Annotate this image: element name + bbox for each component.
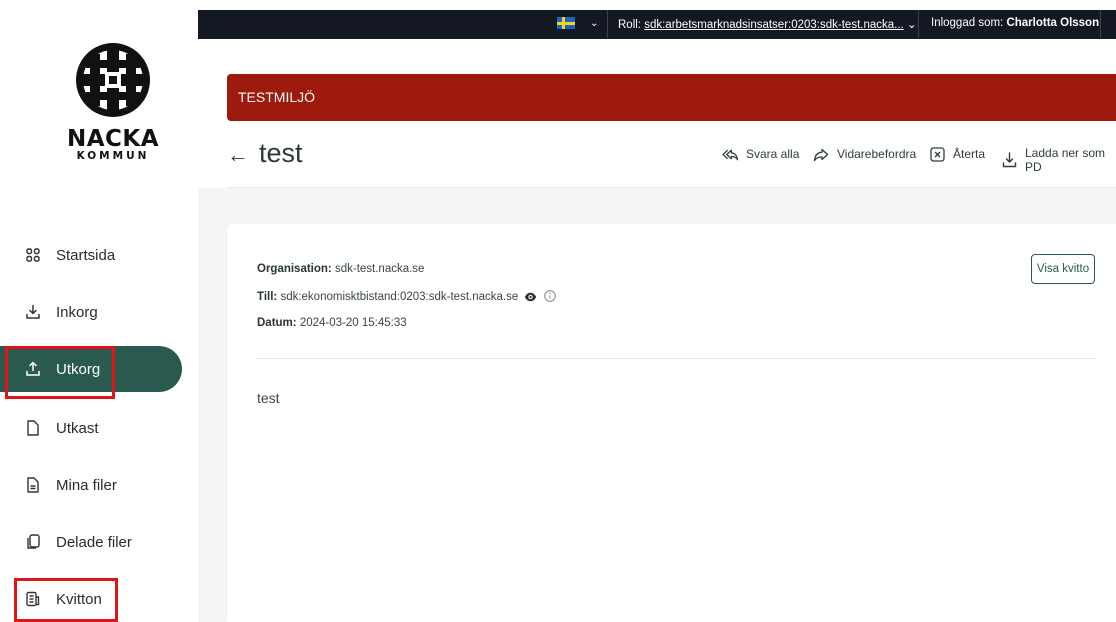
withdraw-label: Återta (953, 147, 986, 161)
role-value: sdk:arbetsmarknadsinsatser:0203:sdk-test… (644, 19, 904, 31)
top-bar: ⌄ Roll: sdk:arbetsmarknadsinsatser:0203:… (198, 10, 1116, 39)
eye-icon[interactable] (524, 292, 537, 305)
download-label: Ladda ner som PD (1025, 146, 1106, 174)
divider (1100, 10, 1101, 39)
file-icon (24, 476, 42, 494)
shared-files-icon (24, 533, 42, 551)
date-label: Datum: (257, 317, 297, 329)
organisation-value: sdk-test.nacka.se (334, 263, 425, 275)
forward-button[interactable]: Vidarebefordra (813, 146, 916, 162)
reply-all-label: Svara alla (746, 147, 800, 161)
message-body: test (257, 390, 280, 406)
environment-label: TESTMILJÖ (238, 89, 316, 105)
divider (607, 10, 608, 39)
withdraw-button[interactable]: Återta (929, 146, 985, 162)
organisation-label: Organisation: (257, 263, 332, 275)
info-icon[interactable] (543, 290, 556, 305)
page-heading: ← test (227, 138, 303, 169)
sidebar-item-label: Delade filer (56, 533, 132, 551)
close-box-icon (929, 146, 945, 162)
message-card: Organisation: sdk-test.nacka.se Till: sd… (227, 224, 1116, 622)
recipient-label: Till: (257, 291, 278, 303)
sidebar-item-delade-filer[interactable]: Delade filer (0, 519, 198, 565)
organisation-row: Organisation: sdk-test.nacka.se (257, 263, 424, 275)
sidebar-item-inkorg[interactable]: Inkorg (0, 289, 198, 335)
role-label: Roll: (618, 19, 642, 31)
back-arrow-icon[interactable]: ← (227, 142, 249, 167)
login-label: Inloggad som: (931, 17, 1004, 29)
sidebar-item-mina-filer[interactable]: Mina filer (0, 462, 198, 508)
sidebar-item-label: Utkast (56, 419, 99, 437)
inbox-icon (24, 303, 42, 321)
sidebar-item-label: Mina filer (56, 476, 117, 494)
sidebar-item-utkast[interactable]: Utkast (0, 405, 198, 451)
reply-all-icon (722, 146, 738, 162)
recipient-row: Till: sdk:ekonomisktbistand:0203:sdk-tes… (257, 290, 556, 305)
highlight-kvitton (14, 578, 118, 622)
forward-icon (813, 146, 829, 162)
user-name: Charlotta Olsson (1006, 17, 1100, 29)
nacka-crest-icon (76, 43, 150, 117)
sidebar-item-label: Inkorg (56, 303, 98, 321)
logged-in-user: Inloggad som: Charlotta Olsson (931, 17, 1099, 29)
download-icon (1002, 152, 1017, 168)
divider (257, 358, 1097, 359)
swedish-flag-icon[interactable] (557, 17, 575, 29)
show-receipt-button[interactable]: Visa kvitto (1031, 254, 1095, 284)
chevron-down-icon: ⌄ (906, 19, 917, 31)
sidebar-item-label: Startsida (56, 246, 116, 264)
reply-all-button[interactable]: Svara alla (722, 146, 799, 162)
download-pdf-button[interactable]: Ladda ner som PD (1002, 146, 1116, 174)
logo-name: NACKA (66, 126, 160, 152)
recipient-value: sdk:ekonomisktbistand:0203:sdk-test.nack… (280, 291, 519, 303)
divider (918, 10, 919, 39)
date-value: 2024-03-20 15:45:33 (299, 317, 407, 329)
date-row: Datum: 2024-03-20 15:45:33 (257, 317, 407, 329)
role-selector[interactable]: Roll: sdk:arbetsmarknadsinsatser:0203:sd… (618, 17, 917, 31)
highlight-utkorg (5, 346, 115, 399)
forward-label: Vidarebefordra (837, 147, 917, 161)
environment-banner: TESTMILJÖ (227, 74, 1116, 121)
sidebar-item-startsida[interactable]: Startsida (0, 232, 198, 278)
chevron-down-icon[interactable]: ⌄ (590, 18, 598, 29)
page-title: test (259, 138, 303, 168)
grid-icon (24, 246, 42, 264)
sidebar: NACKA KOMMUN Startsida Inkorg Utkorg Utk… (0, 0, 198, 622)
nacka-kommun-logo[interactable]: NACKA KOMMUN (53, 40, 173, 162)
draft-file-icon (24, 419, 42, 437)
